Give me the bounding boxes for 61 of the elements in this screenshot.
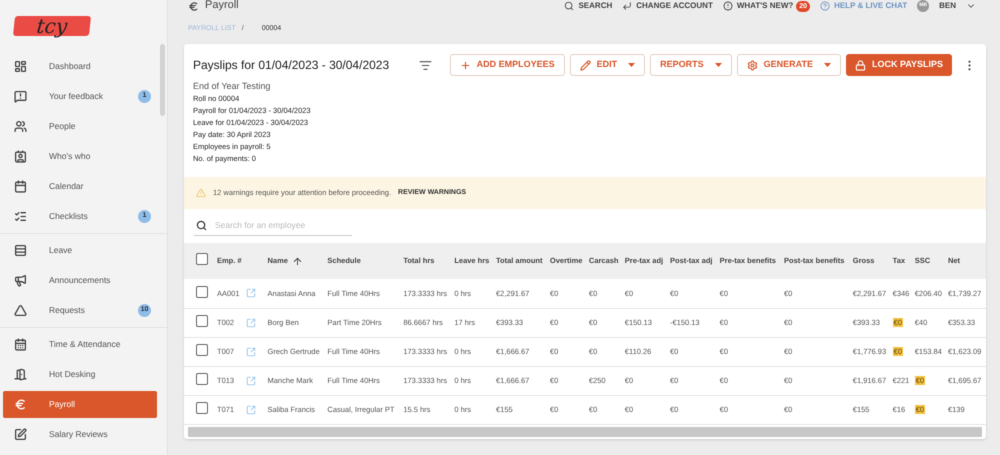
sidebar-item[interactable]: Calendar [3,173,157,200]
people-icon [14,120,27,133]
lock-icon [854,60,866,70]
whats-new-button[interactable]: WHAT'S NEW? [722,0,794,12]
caret-icon [714,63,722,67]
checkbox[interactable] [196,344,208,356]
euro-icon [14,398,27,411]
caret-icon [628,63,636,67]
filter-icon[interactable] [419,58,432,72]
sidebar-item[interactable]: Who's who [3,143,157,170]
toolbar-button[interactable]: ADD EMPLOYEES [450,54,565,76]
edit-icon [14,428,27,441]
checkbox[interactable] [196,372,208,385]
sidebar-item[interactable]: Payroll [3,391,157,418]
toolbar-button[interactable]: EDIT [570,54,646,76]
checkbox[interactable] [196,314,208,327]
gear-icon [746,60,758,70]
rows-icon [14,244,27,257]
calendar-icon [14,338,27,351]
horizontal-scrollbar[interactable] [188,426,982,436]
page-title: Payroll [205,0,239,11]
toolbar-button[interactable]: GENERATE [736,54,841,76]
alert-badge-icon [722,1,733,11]
search-button[interactable]: SEARCH [564,0,612,12]
user-name: BEN [939,0,956,12]
contact-card-icon [14,150,27,163]
checkbox[interactable] [196,253,208,266]
toolbar-button[interactable]: LOCK PAYSLIPS [846,54,952,76]
payroll-subtitle: End of Year Testing [193,80,272,93]
toolbar-button[interactable]: REPORTS [650,54,732,76]
checkbox[interactable] [196,402,208,414]
search-icon [564,1,574,11]
pencil-icon [580,60,591,70]
plus-icon [460,60,471,70]
sidebar-item[interactable]: Salary Reviews [3,421,157,448]
checkbox[interactable] [196,286,208,298]
checklist-icon [14,210,27,223]
door-icon [14,368,27,381]
triangle-icon [14,304,27,317]
scrollbar[interactable] [160,44,165,116]
megaphone-icon [14,274,27,287]
help-icon [820,1,830,11]
sidebar-item[interactable]: Hot Desking [3,361,157,388]
sidebar-item[interactable]: Dashboard [3,53,157,80]
logo: tcy [12,16,92,36]
sidebar-item[interactable]: Time & Attendance [3,331,157,358]
sidebar-item[interactable]: People [3,113,157,140]
sidebar-item[interactable]: Announcements [3,267,157,294]
search-icon [196,220,207,231]
return-arrow-icon [622,1,632,11]
sidebar-item[interactable]: Leave [3,237,157,264]
search-field[interactable]: Search for an employee [215,219,345,232]
calendar-icon [14,180,27,193]
warning-icon [196,188,206,198]
sort-arrow-icon [292,256,303,266]
card-title: Payslips for 01/04/2023 - 30/04/2023 [193,57,390,74]
feedback-icon [14,90,27,103]
change-account-button[interactable]: CHANGE ACCOUNT [622,0,713,12]
euro-icon [188,1,199,12]
caret-icon [824,63,831,67]
dashboard-icon [14,60,27,73]
